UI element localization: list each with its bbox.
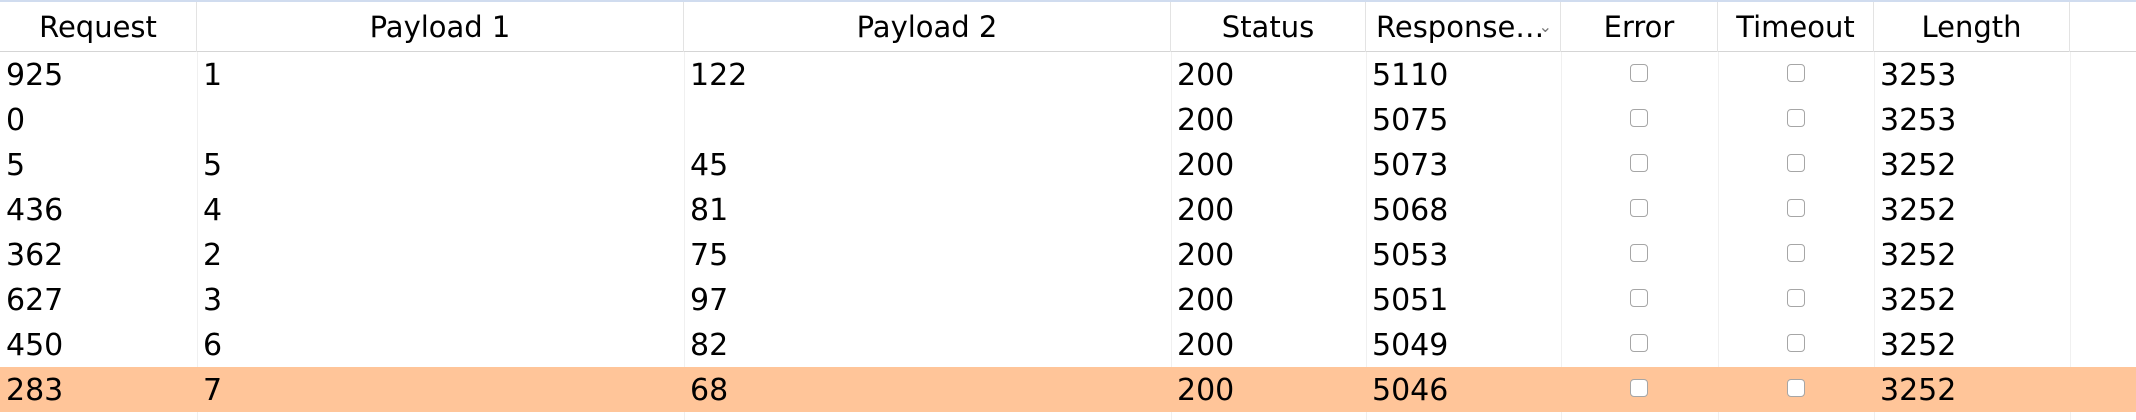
request-cell: 436 xyxy=(6,193,64,228)
table-header: Request Payload 1 Payload 2 Status Respo… xyxy=(0,0,2136,52)
timeout-checkbox[interactable] xyxy=(1787,334,1805,352)
request-cell: 283 xyxy=(6,373,64,408)
timeout-checkbox[interactable] xyxy=(1787,244,1805,262)
timeout-checkbox[interactable] xyxy=(1787,64,1805,82)
error-checkbox[interactable] xyxy=(1630,199,1648,217)
request-cell: 450 xyxy=(6,328,64,363)
column-header-response-label: Response… xyxy=(1376,10,1545,44)
payload-2-cell: 45 xyxy=(690,148,729,183)
length-cell: 3253 xyxy=(1880,103,1957,138)
payload-1-cell: 2 xyxy=(203,238,223,273)
response-cell: 5075 xyxy=(1372,103,1449,138)
error-checkbox[interactable] xyxy=(1630,154,1648,172)
response-cell: 5073 xyxy=(1372,148,1449,183)
response-cell: 5053 xyxy=(1372,238,1449,273)
error-checkbox[interactable] xyxy=(1630,109,1648,127)
request-cell: 925 xyxy=(6,58,64,93)
table-row[interactable]: 450 6 82 200 5049 3252 xyxy=(0,322,2136,367)
column-header-status[interactable]: Status xyxy=(1171,2,1366,52)
table-row[interactable]: 627 3 97 200 5051 3252 xyxy=(0,277,2136,322)
column-header-request[interactable]: Request xyxy=(0,2,197,52)
column-header-timeout[interactable]: Timeout xyxy=(1718,2,1874,52)
table-row[interactable]: 362 2 75 200 5053 3252 xyxy=(0,232,2136,277)
length-cell: 3252 xyxy=(1880,238,1957,273)
timeout-checkbox[interactable] xyxy=(1787,289,1805,307)
column-header-payload-2[interactable]: Payload 2 xyxy=(684,2,1171,52)
payload-2-cell: 82 xyxy=(690,328,729,363)
payload-1-cell xyxy=(197,97,684,142)
response-cell: 5046 xyxy=(1372,373,1449,408)
timeout-checkbox[interactable] xyxy=(1787,109,1805,127)
payload-2-cell: 97 xyxy=(690,283,729,318)
table-body: 925 1 122 200 5110 3253 0 200 5075 3253 … xyxy=(0,52,2136,412)
status-cell: 200 xyxy=(1177,103,1235,138)
response-cell: 5049 xyxy=(1372,328,1449,363)
length-cell: 3252 xyxy=(1880,148,1957,183)
table-row[interactable]: 925 1 122 200 5110 3253 xyxy=(0,52,2136,97)
status-cell: 200 xyxy=(1177,58,1235,93)
request-cell: 5 xyxy=(6,148,26,183)
error-checkbox[interactable] xyxy=(1630,244,1648,262)
timeout-checkbox[interactable] xyxy=(1787,379,1805,397)
status-cell: 200 xyxy=(1177,373,1235,408)
table-row[interactable]: 5 5 45 200 5073 3252 xyxy=(0,142,2136,187)
table-row[interactable]: 0 200 5075 3253 xyxy=(0,97,2136,142)
error-checkbox[interactable] xyxy=(1630,64,1648,82)
payload-2-cell: 68 xyxy=(690,373,729,408)
table-row-selected[interactable]: 283 7 68 200 5046 3252 xyxy=(0,367,2136,412)
status-cell: 200 xyxy=(1177,238,1235,273)
length-cell: 3253 xyxy=(1880,58,1957,93)
payload-1-cell: 5 xyxy=(203,148,223,183)
payload-1-cell: 4 xyxy=(203,193,223,228)
timeout-checkbox[interactable] xyxy=(1787,154,1805,172)
column-header-response[interactable]: Response… ⌄ xyxy=(1366,2,1561,52)
length-cell: 3252 xyxy=(1880,328,1957,363)
status-cell: 200 xyxy=(1177,328,1235,363)
payload-2-cell: 75 xyxy=(690,238,729,273)
payload-1-cell: 1 xyxy=(203,58,223,93)
column-header-payload-1[interactable]: Payload 1 xyxy=(197,2,684,52)
length-cell: 3252 xyxy=(1880,373,1957,408)
status-cell: 200 xyxy=(1177,193,1235,228)
timeout-checkbox[interactable] xyxy=(1787,199,1805,217)
payload-2-cell xyxy=(684,97,1171,142)
status-cell: 200 xyxy=(1177,148,1235,183)
response-cell: 5110 xyxy=(1372,58,1449,93)
status-cell: 200 xyxy=(1177,283,1235,318)
payload-2-cell: 122 xyxy=(690,58,748,93)
error-checkbox[interactable] xyxy=(1630,289,1648,307)
column-header-length[interactable]: Length xyxy=(1874,2,2070,52)
payload-2-cell: 81 xyxy=(690,193,729,228)
payload-1-cell: 7 xyxy=(203,373,223,408)
length-cell: 3252 xyxy=(1880,283,1957,318)
chevron-down-icon[interactable]: ⌄ xyxy=(1539,2,1552,52)
table-row[interactable]: 436 4 81 200 5068 3252 xyxy=(0,187,2136,232)
column-header-spacer xyxy=(2070,2,2136,52)
results-table: Request Payload 1 Payload 2 Status Respo… xyxy=(0,0,2136,420)
request-cell: 627 xyxy=(6,283,64,318)
error-checkbox[interactable] xyxy=(1630,379,1648,397)
response-cell: 5068 xyxy=(1372,193,1449,228)
request-cell: 0 xyxy=(6,103,26,138)
response-cell: 5051 xyxy=(1372,283,1449,318)
payload-1-cell: 6 xyxy=(203,328,223,363)
column-header-error[interactable]: Error xyxy=(1561,2,1718,52)
length-cell: 3252 xyxy=(1880,193,1957,228)
request-cell: 362 xyxy=(6,238,64,273)
error-checkbox[interactable] xyxy=(1630,334,1648,352)
payload-1-cell: 3 xyxy=(203,283,223,318)
